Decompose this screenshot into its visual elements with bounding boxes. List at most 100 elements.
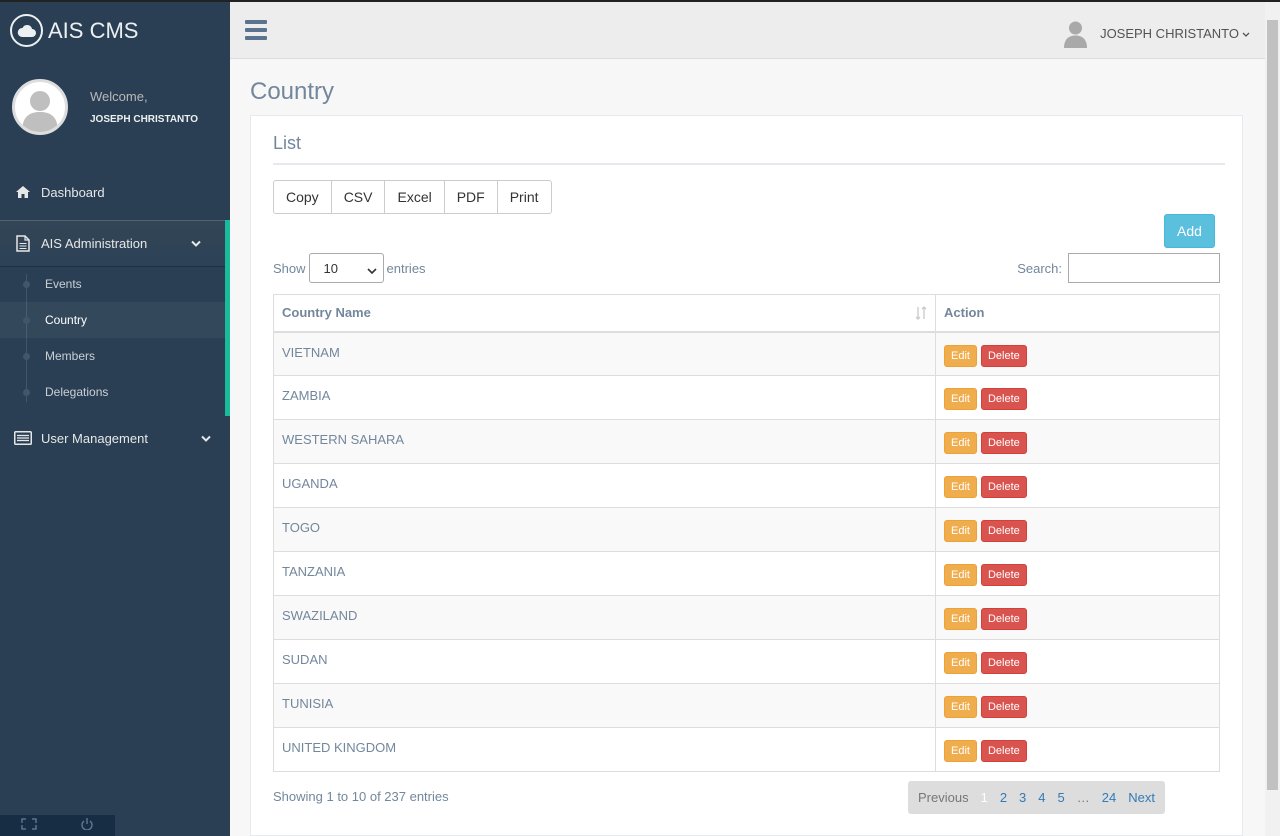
sidebar-item-country[interactable]: Country [0, 302, 230, 338]
scrollbar-thumb[interactable] [1267, 20, 1278, 790]
country-name-cell: UGANDA [273, 463, 936, 508]
action-cell: Edit Delete [935, 375, 1220, 420]
sidebar-item-dashboard[interactable]: Dashboard [0, 170, 230, 214]
print-button[interactable]: Print [496, 180, 552, 214]
column-header-country-name[interactable]: Country Name [273, 294, 936, 333]
edit-button[interactable]: Edit [944, 608, 977, 630]
pagination-previous[interactable]: Previous [912, 790, 975, 805]
vertical-scrollbar[interactable] [1265, 2, 1280, 836]
table-body: VIETNAM Edit Delete ZAMBIA Edit Delete WESTERN… [273, 331, 1220, 772]
brand[interactable]: AIS CMS [10, 14, 138, 47]
avatar [1061, 19, 1090, 48]
delete-button[interactable]: Delete [980, 740, 1027, 762]
pagination-page-1[interactable]: 1 [975, 790, 994, 805]
avatar [12, 79, 68, 135]
edit-button[interactable]: Edit [944, 564, 977, 586]
profile-name: JOSEPH CHRISTANTO [90, 114, 198, 125]
delete-button[interactable]: Delete [980, 344, 1027, 367]
menu-toggle-icon[interactable] [245, 20, 267, 44]
delete-button[interactable]: Delete [980, 476, 1027, 498]
search-label: Search: [1017, 260, 1062, 276]
edit-button[interactable]: Edit [944, 388, 977, 410]
country-name-cell: UNITED KINGDOM [273, 727, 936, 772]
sidebar-item-events[interactable]: Events [0, 266, 225, 302]
sidebar-item-user-management[interactable]: User Management [0, 416, 230, 460]
table-row: TANZANIA Edit Delete [273, 551, 1220, 596]
side-menu: Dashboard AIS Administration Events Coun… [0, 170, 230, 460]
action-cell: Edit Delete [935, 551, 1220, 596]
pagination-page-4[interactable]: 4 [1032, 790, 1051, 805]
sidebar-item-ais-administration[interactable]: AIS Administration [0, 220, 230, 266]
column-header-action: Action [935, 294, 1220, 333]
action-cell: Edit Delete [935, 639, 1220, 684]
pagination-ellipsis: … [1076, 790, 1090, 805]
pagination-page-5[interactable]: 5 [1052, 790, 1071, 805]
user-menu[interactable]: JOSEPH CHRISTANTO [1061, 19, 1250, 48]
pdf-button[interactable]: PDF [443, 180, 498, 214]
table-row: UGANDA Edit Delete [273, 463, 1220, 508]
country-name-cell: ZAMBIA [273, 375, 936, 420]
sidebar-item-delegations[interactable]: Delegations [0, 374, 225, 410]
search-input[interactable] [1068, 253, 1220, 283]
delete-button[interactable]: Delete [980, 652, 1027, 674]
sort-icon [915, 306, 927, 323]
sidebar-item-label: AIS Administration [41, 235, 148, 251]
export-buttons: Copy CSV Excel PDF Print [273, 180, 552, 214]
delete-button[interactable]: Delete [980, 608, 1027, 630]
table-row: VIETNAM Edit Delete [273, 331, 1220, 376]
edit-button[interactable]: Edit [944, 520, 977, 542]
edit-button[interactable]: Edit [944, 476, 977, 498]
edit-button[interactable]: Edit [944, 652, 977, 674]
power-icon[interactable] [80, 817, 94, 835]
entries-select-value: 10 [323, 260, 338, 276]
edit-button[interactable]: Edit [944, 344, 977, 367]
action-cell: Edit Delete [935, 727, 1220, 772]
action-cell: Edit Delete [935, 419, 1220, 464]
entries-select[interactable]: 10 [308, 253, 384, 283]
edit-button[interactable]: Edit [944, 432, 977, 454]
table-row: ZAMBIA Edit Delete [273, 375, 1220, 420]
delete-button[interactable]: Delete [980, 564, 1027, 586]
top-navbar: JOSEPH CHRISTANTO [230, 2, 1265, 59]
excel-button[interactable]: Excel [384, 180, 445, 214]
chevron-down-icon [201, 431, 211, 446]
delete-button[interactable]: Delete [980, 432, 1027, 454]
country-name-cell: VIETNAM [273, 331, 936, 376]
chevron-down-icon [1242, 26, 1250, 41]
sidebar-item-members[interactable]: Members [0, 338, 225, 374]
table-row: SWAZILAND Edit Delete [273, 595, 1220, 640]
csv-button[interactable]: CSV [330, 180, 386, 214]
action-cell: Edit Delete [935, 507, 1220, 552]
country-name-cell: SUDAN [273, 639, 936, 684]
edit-button[interactable]: Edit [944, 740, 977, 762]
copy-button[interactable]: Copy [273, 180, 332, 214]
ais-administration-submenu: Events Country Members Delegations [0, 266, 230, 416]
pagination-next[interactable]: Next [1122, 790, 1161, 805]
pagination: Previous 1 2 3 4 5 … 24 Next [908, 781, 1165, 814]
sidebar-item-label: User Management [41, 430, 148, 446]
window-top-border [0, 0, 1280, 2]
pagination-page-3[interactable]: 3 [1013, 790, 1032, 805]
list-panel: List Copy CSV Excel PDF Print Add Show 1… [250, 115, 1243, 836]
edit-button[interactable]: Edit [944, 696, 977, 718]
pagination-page-2[interactable]: 2 [994, 790, 1013, 805]
user-name: JOSEPH CHRISTANTO [1100, 26, 1239, 41]
welcome-text: Welcome, [90, 89, 148, 104]
sidebar-footer [0, 815, 115, 836]
show-label: Show [273, 260, 306, 276]
document-icon [14, 234, 32, 252]
sidebar-item-label: Dashboard [41, 184, 105, 200]
action-cell: Edit Delete [935, 595, 1220, 640]
divider [273, 163, 1225, 165]
add-button[interactable]: Add [1164, 214, 1215, 248]
fullscreen-icon[interactable] [21, 817, 37, 835]
page-title: Country [250, 78, 335, 105]
delete-button[interactable]: Delete [980, 696, 1027, 718]
action-cell: Edit Delete [935, 683, 1220, 728]
delete-button[interactable]: Delete [980, 520, 1027, 542]
home-icon [14, 185, 32, 199]
panel-title: List [273, 133, 302, 153]
pagination-page-24[interactable]: 24 [1096, 790, 1122, 805]
delete-button[interactable]: Delete [980, 388, 1027, 410]
table-search: Search: [1017, 253, 1220, 283]
